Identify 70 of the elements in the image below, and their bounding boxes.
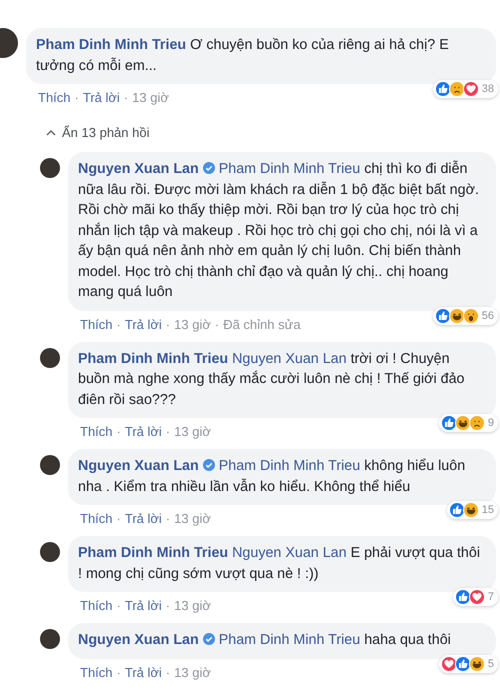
comment-text: Pham Dinh Minh Trieu Nguyen Xuan Lan trời ơi ! Chuyện buồn mà nghe xong thấy mắc cười luôn nè chị ! Thế giới đảo điên rồi sao???	[78, 350, 466, 410]
action-link[interactable]: Thích	[38, 90, 71, 105]
like-reaction-icon	[454, 656, 471, 672]
action-link[interactable]: Thích	[80, 664, 113, 680]
like-reaction-icon	[434, 308, 451, 324]
action-link[interactable]: Trả lời	[124, 598, 162, 613]
action-link[interactable]: Thích	[80, 598, 113, 613]
haha-reaction-icon	[462, 502, 479, 518]
haha-reaction-icon	[448, 308, 465, 324]
reaction-count[interactable]: 5	[438, 654, 498, 672]
like-reaction-icon	[454, 589, 471, 605]
timestamp: 13 giờ	[174, 316, 211, 332]
action-link[interactable]: Trả lời	[124, 664, 162, 680]
action-link[interactable]: Thích	[80, 316, 113, 332]
action-link[interactable]: Trả lời	[124, 511, 162, 526]
separator-dot: ·	[116, 598, 121, 613]
separator-dot: ·	[116, 424, 121, 439]
like-reaction-icon	[434, 81, 451, 97]
reaction-count[interactable]: 9	[438, 414, 498, 432]
verified-badge-icon	[202, 162, 215, 174]
love-reaction-icon	[440, 656, 457, 672]
like-reaction-icon	[448, 502, 465, 518]
separator-dot: ·	[166, 664, 170, 680]
hide-replies-link[interactable]: Ẩn 13 phản hồi	[46, 125, 150, 140]
caret-icon	[46, 130, 56, 136]
action-link[interactable]: Thích	[80, 424, 113, 439]
separator-dot: ·	[116, 664, 121, 680]
separator-dot: ·	[214, 316, 220, 332]
separator-dot: ·	[166, 511, 170, 526]
timestamp: 13 giờ	[174, 598, 211, 613]
avatar[interactable]	[40, 158, 60, 178]
sad-reaction-icon	[448, 81, 465, 97]
action-link[interactable]: Thích	[80, 511, 113, 526]
comment-text: Pham Dinh Minh Trieu Ơ chuyện buồn ko của riêng ai hả chị? E tưởng có mỗi em...	[36, 36, 450, 76]
separator-dot: ·	[74, 90, 79, 105]
sad-reaction-icon	[468, 415, 485, 431]
action-link[interactable]: Trả lời	[82, 90, 120, 105]
haha-reaction-icon	[468, 656, 485, 672]
reaction-count[interactable]: 38	[432, 80, 498, 98]
edited-label: Đã chỉnh sửa	[223, 316, 301, 332]
timestamp: 13 giờ	[132, 90, 169, 105]
verified-badge-icon	[202, 633, 215, 645]
timestamp: 13 giờ	[174, 511, 211, 526]
separator-dot: ·	[166, 598, 170, 613]
avatar[interactable]	[40, 348, 60, 368]
separator-dot: ·	[166, 424, 170, 439]
separator-dot: ·	[124, 90, 128, 105]
love-reaction-icon	[462, 81, 479, 97]
wow-reaction-icon	[462, 308, 479, 324]
comment-text: Nguyen Xuan Lan Pham Dinh Minh Trieu không hiểu luôn nha . Kiểm tra nhiều lần vẫn ko hiểu. Không thể hiểu	[78, 457, 466, 496]
haha-reaction-icon	[454, 415, 471, 431]
timestamp: 13 giờ	[174, 424, 211, 439]
action-link[interactable]: Trả lời	[124, 424, 162, 439]
comment-text: Pham Dinh Minh Trieu Nguyen Xuan Lan E phải vượt qua thôi ! mong chị cũng sớm vượt qua nè ! :))	[78, 544, 482, 584]
love-reaction-icon	[468, 589, 485, 605]
separator-dot: ·	[116, 316, 121, 332]
avatar[interactable]	[40, 542, 60, 562]
verified-badge-icon	[202, 459, 215, 471]
reaction-count[interactable]: 15	[446, 501, 498, 519]
avatar[interactable]	[40, 455, 60, 475]
action-link[interactable]: Trả lời	[124, 316, 162, 332]
comment-text: Nguyen Xuan Lan Pham Dinh Minh Trieu chị thì ko đi diễn nữa lâu rồi. Được mời làm khách ra diễn 1 bộ đặc biệt bất ngờ. Rồi chờ mãi ko thấy thiệp mời. Rồi bạn trơ lý của học trò chị nhắn lịch tập và makeup . Rồi học trò chị gọi cho chị, nói là vì a ấy bận quá nên ảnh nhờ em quản lý chị luôn. Chị biến thành model. Học trò chị thành chỉ đạo và quản lý chị.. chị hoang mang quá luôn	[78, 160, 480, 302]
separator-dot: ·	[116, 511, 121, 526]
reaction-count[interactable]: 56	[432, 306, 498, 324]
reaction-count[interactable]: 7	[452, 588, 498, 606]
timestamp: 13 giờ	[174, 664, 211, 680]
avatar[interactable]	[40, 629, 60, 649]
separator-dot: ·	[166, 316, 170, 332]
like-reaction-icon	[440, 415, 457, 431]
comment-text: Nguyen Xuan Lan Pham Dinh Minh Trieu haha qua thôi	[78, 631, 452, 650]
